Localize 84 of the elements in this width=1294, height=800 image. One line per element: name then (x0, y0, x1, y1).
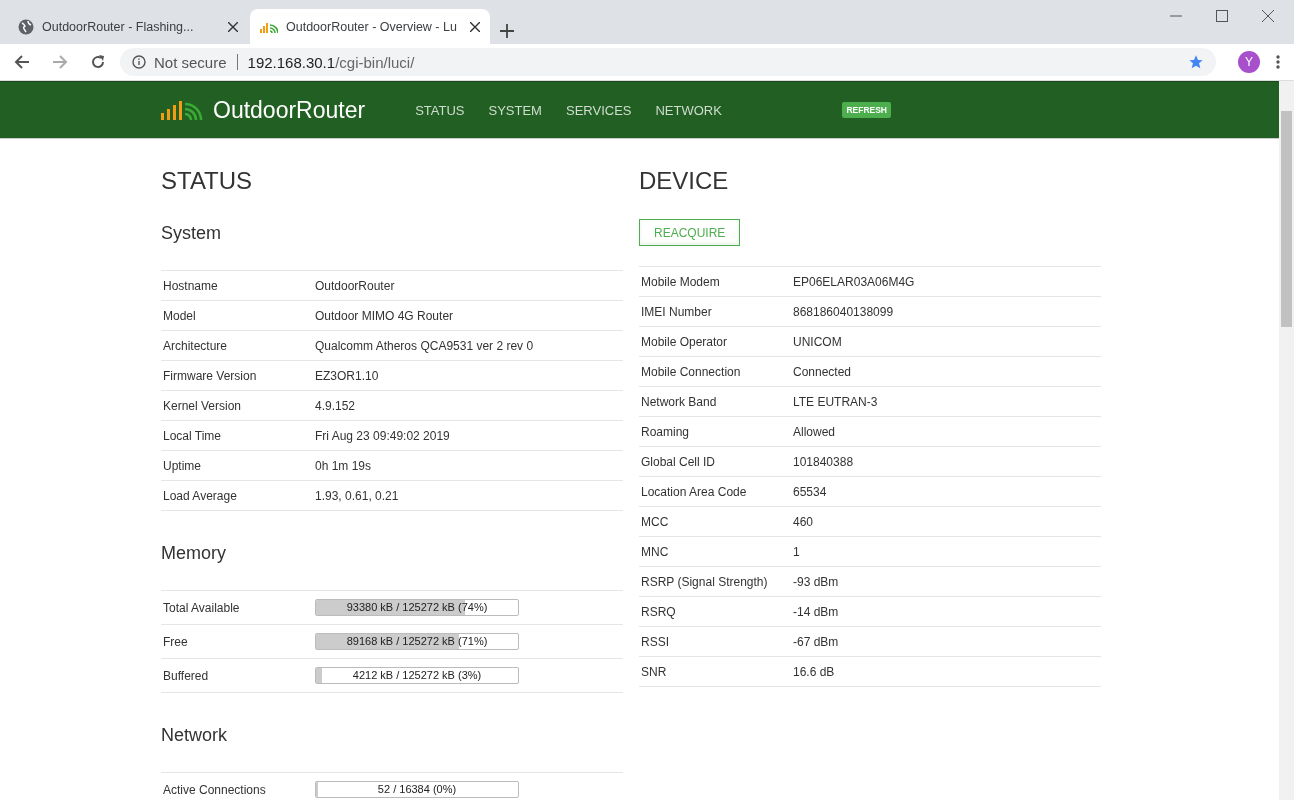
menu-icon[interactable] (1276, 54, 1280, 70)
field-label: RSRP (Signal Strength) (640, 574, 769, 589)
field-label: Global Cell ID (640, 454, 717, 469)
url-text: 192.168.30.1/cgi-bin/luci/ (247, 53, 415, 71)
field-label: RSSI (640, 634, 670, 649)
field-label: Architecture (162, 338, 229, 353)
refresh-button[interactable]: REFRESH (842, 102, 891, 118)
usage-reading: 4212 kB / 125272 kB (3%) (351, 668, 483, 683)
field-label: MNC (640, 544, 670, 559)
new-tab-icon[interactable] (500, 24, 514, 38)
star-icon[interactable] (1188, 54, 1204, 70)
field-value: 4.9.152 (315, 398, 357, 413)
reacquire-button[interactable]: REACQUIRE (639, 219, 741, 246)
field-label: Local Time (162, 428, 223, 443)
field-value: 1 (793, 544, 801, 559)
field-label: Location Area Code (640, 484, 748, 499)
usage-reading: 93380 kB / 125272 kB (74%) (345, 600, 489, 615)
field-label: Network Band (640, 394, 718, 409)
field-value: Fri Aug 23 09:49:02 2019 (315, 428, 451, 443)
close-tab-icon[interactable] (470, 21, 480, 32)
maximize-icon[interactable] (1216, 10, 1228, 22)
field-label: Uptime (162, 458, 202, 473)
usage-reading: 89168 kB / 125272 kB (71%) (345, 634, 489, 649)
signal-bars-icon (161, 100, 203, 120)
field-value: 16.6 dB (793, 664, 836, 679)
info-icon (132, 55, 146, 69)
field-label: Active Connections (162, 782, 267, 797)
reload-icon[interactable] (90, 54, 106, 70)
nav-link[interactable]: SERVICES (565, 102, 632, 118)
field-value: 868186040138099 (793, 304, 895, 319)
field-value: 0h 1m 19s (315, 458, 373, 473)
field-label: MCC (640, 514, 670, 529)
browser-tab[interactable]: OutdoorRouter - Overview - Lu (250, 9, 490, 44)
field-value: Connected (793, 364, 853, 379)
field-label: SNR (640, 664, 668, 679)
close-icon[interactable] (1262, 10, 1274, 22)
field-label: Roaming (640, 424, 691, 439)
field-value: EZ3OR1.10 (315, 368, 380, 383)
field-value: Outdoor MIMO 4G Router (315, 308, 455, 323)
field-label: Free (162, 634, 189, 649)
field-value: LTE EUTRAN-3 (793, 394, 879, 409)
signal-bars-icon (260, 20, 278, 33)
subsection-title: System (161, 223, 222, 244)
subsection-title: Network (161, 725, 228, 746)
section-title: DEVICE (639, 167, 730, 196)
field-value: EP06ELAR03A06M4G (793, 274, 916, 289)
field-label: RSRQ (640, 604, 677, 619)
security-label: Not secure (154, 53, 227, 71)
field-label: Hostname (162, 278, 219, 293)
field-label: Buffered (162, 668, 210, 683)
globe-icon (18, 18, 34, 35)
field-label: Mobile Modem (640, 274, 721, 289)
field-label: Total Available (162, 600, 241, 615)
field-label: Mobile Connection (640, 364, 742, 379)
browser-tab[interactable]: OutdoorRouter - Flashing... (8, 9, 248, 44)
field-value: 460 (793, 514, 815, 529)
field-label: Mobile Operator (640, 334, 729, 349)
field-value: -67 dBm (793, 634, 840, 649)
field-label: Model (162, 308, 197, 323)
field-value: -14 dBm (793, 604, 840, 619)
field-value: Allowed (793, 424, 837, 439)
back-icon[interactable] (14, 54, 30, 70)
section-title: STATUS (161, 167, 254, 196)
field-value: 101840388 (793, 454, 855, 469)
subsection-title: Memory (161, 543, 227, 564)
scrollbar[interactable] (1279, 81, 1294, 800)
field-value: -93 dBm (793, 574, 840, 589)
nav-link[interactable]: STATUS (415, 102, 465, 118)
field-label: IMEI Number (640, 304, 713, 319)
field-value: UNICOM (793, 334, 843, 349)
nav-link[interactable]: NETWORK (655, 102, 722, 118)
profile-avatar[interactable]: Y (1238, 51, 1260, 73)
field-value: Qualcomm Atheros QCA9531 ver 2 rev 0 (315, 338, 535, 353)
field-label: Kernel Version (162, 398, 243, 413)
field-label: Firmware Version (162, 368, 258, 383)
address-bar[interactable]: Not secure 192.168.30.1/cgi-bin/luci/ (120, 48, 1216, 76)
nav-link[interactable]: SYSTEM (488, 102, 542, 118)
brand-name[interactable]: OutdoorRouter (213, 96, 366, 124)
field-value: OutdoorRouter (315, 278, 396, 293)
usage-reading: 52 / 16384 (0%) (376, 782, 458, 797)
field-value: 65534 (793, 484, 828, 499)
close-tab-icon[interactable] (228, 21, 238, 32)
field-label: Load Average (162, 488, 238, 503)
field-value: 1.93, 0.61, 0.21 (315, 488, 400, 503)
